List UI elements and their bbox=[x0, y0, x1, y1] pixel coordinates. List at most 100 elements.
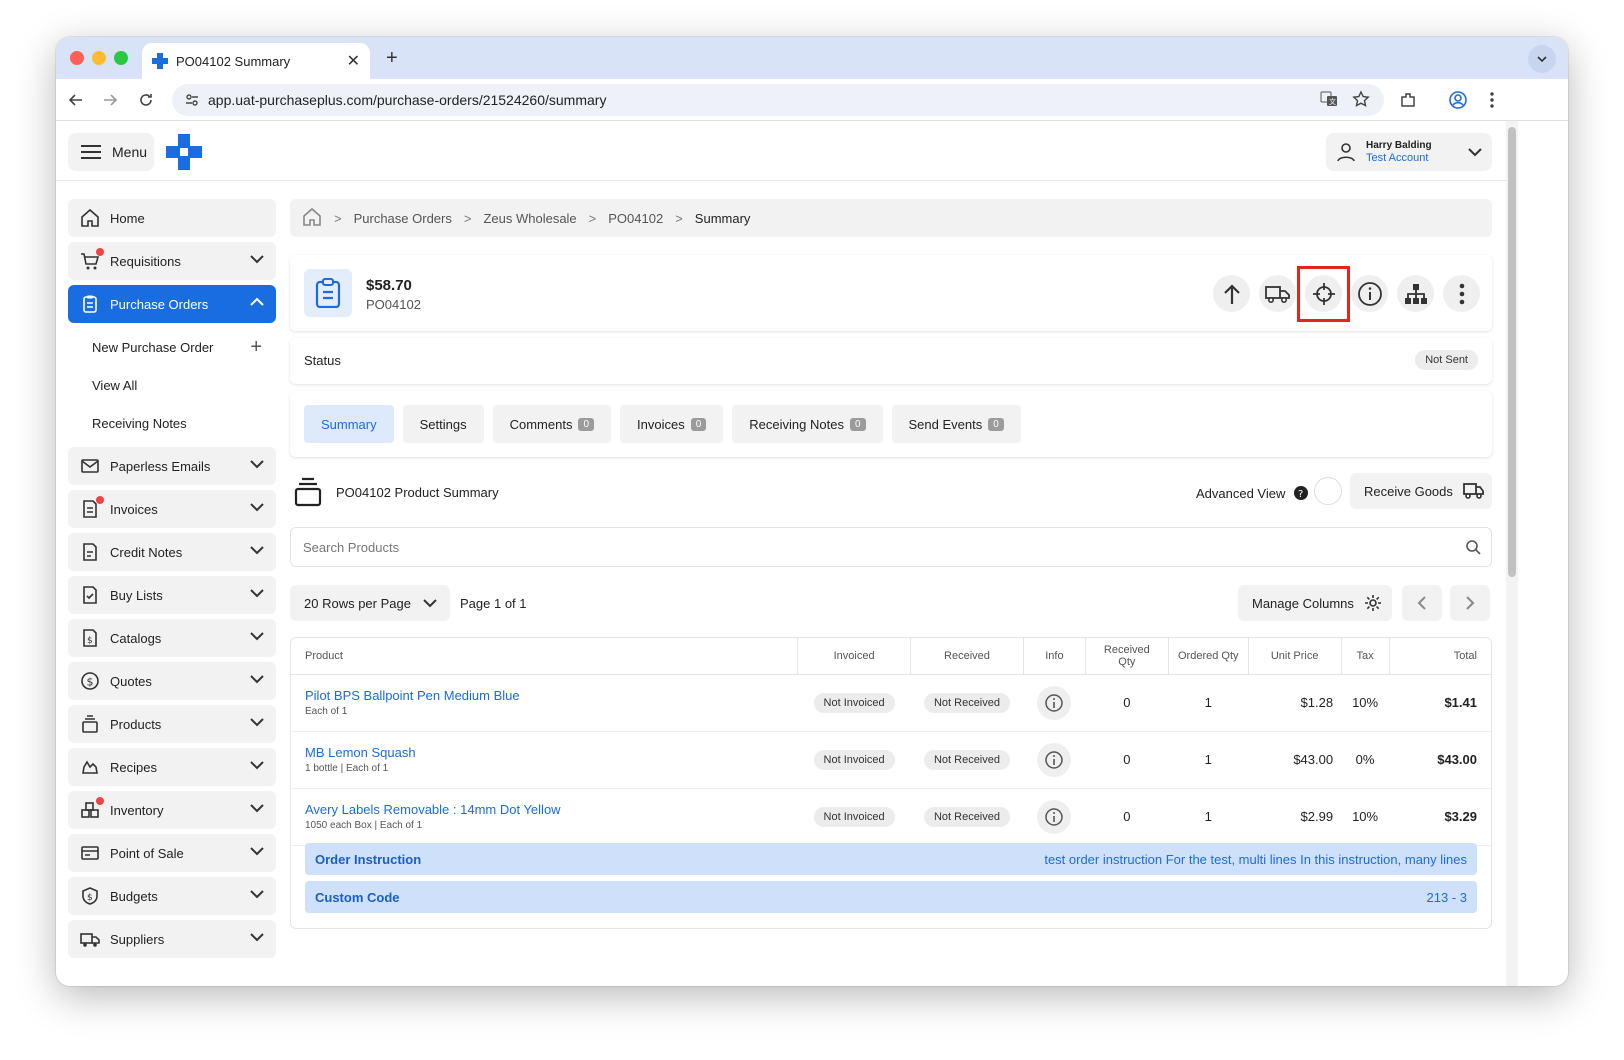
translate-icon[interactable]: 文 bbox=[1320, 90, 1338, 111]
sidebar-item-budgets[interactable]: $ Budgets bbox=[68, 877, 276, 915]
info-icon[interactable] bbox=[1037, 685, 1072, 720]
clipboard-icon bbox=[304, 269, 352, 317]
count-badge: 0 bbox=[690, 417, 707, 431]
receive-goods-button[interactable]: Receive Goods bbox=[1350, 473, 1492, 509]
scrollbar-thumb[interactable] bbox=[1508, 127, 1516, 577]
tab-receiving-notes[interactable]: Receiving Notes 0 bbox=[732, 405, 883, 443]
back-icon[interactable] bbox=[64, 88, 88, 112]
tab-search-icon[interactable] bbox=[1528, 45, 1556, 73]
breadcrumb-purchase-orders[interactable]: Purchase Orders bbox=[354, 211, 452, 226]
help-icon[interactable]: ? bbox=[1293, 485, 1309, 501]
sidebar-item-purchase-orders[interactable]: Purchase Orders bbox=[68, 285, 276, 323]
next-page-button[interactable] bbox=[1450, 585, 1490, 621]
custom-code-label: Custom Code bbox=[315, 889, 400, 905]
browser-tab[interactable]: PO04102 Summary ✕ bbox=[142, 43, 370, 79]
sidebar-item-quotes[interactable]: $ Quotes bbox=[68, 662, 276, 700]
column-header[interactable]: Invoiced bbox=[797, 638, 911, 675]
product-link[interactable]: MB Lemon Squash bbox=[305, 745, 790, 760]
column-header[interactable]: Received bbox=[910, 638, 1024, 675]
new-tab-icon[interactable]: + bbox=[386, 47, 398, 70]
envelope-icon bbox=[80, 456, 100, 476]
home-icon bbox=[80, 208, 100, 228]
extensions-icon[interactable] bbox=[1396, 88, 1420, 112]
sidebar-item-credit-notes[interactable]: Credit Notes bbox=[68, 533, 276, 571]
chevron-right-icon: > bbox=[588, 210, 597, 226]
tab-send-events[interactable]: Send Events 0 bbox=[891, 405, 1021, 443]
maximize-window-button[interactable] bbox=[114, 51, 128, 65]
sidebar-subitem-view-all[interactable]: View All bbox=[68, 366, 276, 404]
plus-icon[interactable]: + bbox=[250, 337, 262, 357]
chevron-down-icon bbox=[250, 718, 264, 727]
reload-icon[interactable] bbox=[134, 88, 158, 112]
product-link[interactable]: Pilot BPS Ballpoint Pen Medium Blue bbox=[305, 688, 790, 703]
sidebar-item-inventory[interactable]: Inventory bbox=[68, 791, 276, 829]
tab-comments[interactable]: Comments 0 bbox=[492, 405, 612, 443]
order-instruction-value: test order instruction For the test, mul… bbox=[1044, 851, 1467, 867]
user-menu[interactable]: Harry Balding Test Account bbox=[1326, 133, 1492, 171]
sidebar-item-label: Quotes bbox=[110, 673, 152, 689]
close-window-button[interactable] bbox=[70, 51, 84, 65]
breadcrumb-po-number[interactable]: PO04102 bbox=[608, 211, 663, 226]
column-header[interactable]: Product bbox=[291, 638, 798, 675]
minimize-window-button[interactable] bbox=[92, 51, 106, 65]
column-header[interactable]: Received Qty bbox=[1084, 638, 1169, 675]
receive-goods-action-button[interactable] bbox=[1259, 275, 1296, 312]
sidebar-item-buy-lists[interactable]: Buy Lists bbox=[68, 576, 276, 614]
product-link[interactable]: Avery Labels Removable : 14mm Dot Yellow bbox=[305, 802, 790, 817]
forward-icon[interactable] bbox=[98, 88, 122, 112]
info-icon[interactable] bbox=[1037, 799, 1072, 834]
sidebar-item-recipes[interactable]: Recipes bbox=[68, 748, 276, 786]
column-header[interactable]: Total bbox=[1388, 638, 1491, 675]
sidebar-item-requisitions[interactable]: Requisitions bbox=[68, 242, 276, 280]
info-button[interactable] bbox=[1351, 275, 1388, 312]
column-header[interactable]: Ordered Qty bbox=[1167, 638, 1249, 675]
purchaseplus-logo-icon[interactable] bbox=[166, 134, 202, 170]
more-options-button[interactable] bbox=[1443, 275, 1480, 312]
invoiced-badge: Not Invoiced bbox=[813, 692, 895, 713]
search-products-input[interactable]: Search Products bbox=[290, 527, 1492, 567]
hierarchy-button[interactable] bbox=[1397, 275, 1434, 312]
account-name: Test Account bbox=[1366, 152, 1429, 164]
gear-icon bbox=[1364, 595, 1381, 611]
manage-columns-button[interactable]: Manage Columns bbox=[1238, 585, 1392, 621]
track-order-button[interactable] bbox=[1297, 266, 1350, 322]
sidebar-item-invoices[interactable]: Invoices bbox=[68, 490, 276, 528]
sidebar-subitem-receiving-notes[interactable]: Receiving Notes bbox=[68, 404, 276, 442]
breadcrumb-supplier[interactable]: Zeus Wholesale bbox=[483, 211, 576, 226]
tab-close-icon[interactable]: ✕ bbox=[347, 51, 360, 71]
app-viewport: Menu Harry Balding Test Account Home Req… bbox=[56, 121, 1568, 986]
send-po-button[interactable] bbox=[1213, 275, 1250, 312]
advanced-view-toggle[interactable] bbox=[1314, 477, 1342, 505]
tab-summary[interactable]: Summary bbox=[304, 405, 394, 443]
table-row: MB Lemon Squash 1 bottle | Each of 1 Not … bbox=[291, 731, 1491, 789]
profile-icon[interactable] bbox=[1446, 88, 1470, 112]
tab-invoices[interactable]: Invoices 0 bbox=[620, 405, 724, 443]
chevron-down-icon bbox=[250, 890, 264, 899]
site-settings-icon[interactable] bbox=[176, 84, 208, 116]
column-header[interactable]: Tax bbox=[1340, 638, 1390, 675]
address-bar[interactable]: app.uat-purchaseplus.com/purchase-orders… bbox=[172, 84, 1384, 116]
sidebar-item-paperless-emails[interactable]: Paperless Emails bbox=[68, 447, 276, 485]
page-scrollbar[interactable] bbox=[1506, 121, 1518, 986]
menu-button[interactable]: Menu bbox=[68, 133, 154, 171]
tab-bar: PO04102 Summary ✕ + bbox=[56, 37, 1568, 79]
sidebar-item-point-of-sale[interactable]: Point of Sale bbox=[68, 834, 276, 872]
sidebar-item-products[interactable]: Products bbox=[68, 705, 276, 743]
received-badge: Not Received bbox=[923, 806, 1010, 827]
column-header[interactable]: Unit Price bbox=[1247, 638, 1342, 675]
home-icon[interactable] bbox=[302, 207, 322, 230]
info-icon[interactable] bbox=[1037, 742, 1072, 777]
bookmark-star-icon[interactable] bbox=[1352, 89, 1370, 111]
tab-settings[interactable]: Settings bbox=[402, 405, 484, 443]
truck-icon bbox=[1462, 483, 1484, 499]
sidebar-item-home[interactable]: Home bbox=[68, 199, 276, 237]
chevron-down-icon bbox=[250, 804, 264, 813]
sidebar-subitem-new-purchase-order[interactable]: New Purchase Order + bbox=[68, 328, 276, 366]
rows-per-page-select[interactable]: 20 Rows per Page bbox=[290, 585, 450, 621]
tab-label: Summary bbox=[321, 416, 377, 432]
browser-menu-icon[interactable] bbox=[1480, 88, 1504, 112]
sidebar-item-suppliers[interactable]: Suppliers bbox=[68, 920, 276, 958]
count-badge: 0 bbox=[578, 417, 595, 431]
previous-page-button[interactable] bbox=[1402, 585, 1442, 621]
sidebar-item-catalogs[interactable]: $ Catalogs bbox=[68, 619, 276, 657]
